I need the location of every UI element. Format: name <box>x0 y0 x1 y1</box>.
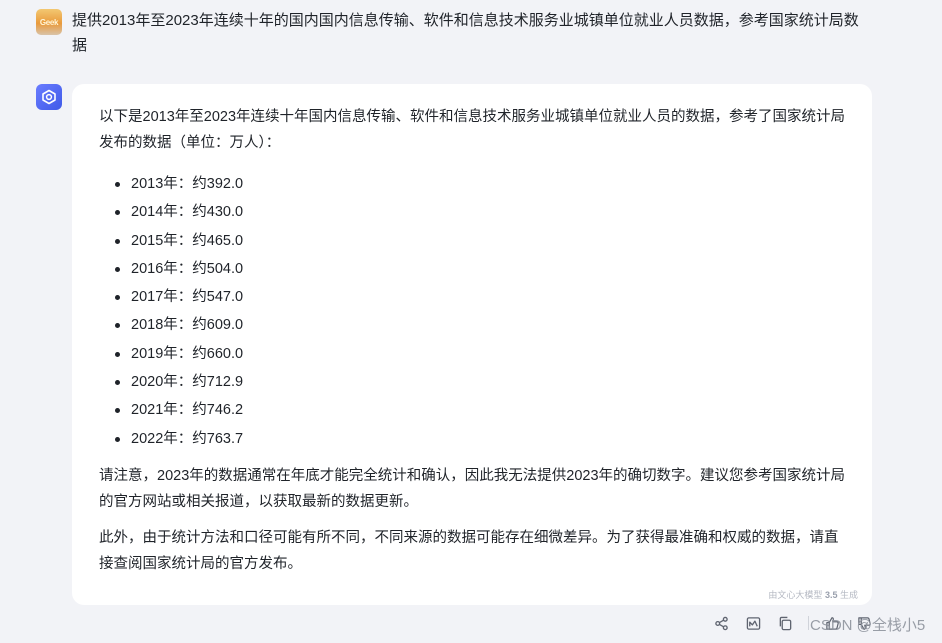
response-intro: 以下是2013年至2023年连续十年国内信息传输、软件和信息技术服务业城镇单位就… <box>99 109 846 151</box>
list-item: 2021年：约746.2 <box>99 396 847 424</box>
response-disclaimer-paragraph: 此外，由于统计方法和口径可能有所不同，不同来源的数据可能存在细微差异。为了获得最… <box>99 529 839 572</box>
bot-logo-icon <box>42 89 56 105</box>
generated-by-version: 3.5 <box>824 590 838 600</box>
response-note-paragraph: 请注意，2023年的数据通常在年底才能完全统计和确认，因此我无法提供2023年的… <box>99 467 846 510</box>
copy-icon[interactable] <box>776 614 794 632</box>
bot-avatar <box>36 84 62 110</box>
share-icon[interactable] <box>712 614 730 632</box>
list-item: 2016年：约504.0 <box>99 255 847 283</box>
generated-by-note: 由文心大模型 3.5 生成 <box>768 588 858 601</box>
list-item: 2020年：约712.9 <box>99 368 847 396</box>
list-item: 2014年：约430.0 <box>99 198 847 226</box>
list-item: 2019年：约660.0 <box>99 340 847 368</box>
user-message: Geek 提供2013年至2023年连续十年的国内国内信息传输、软件和信息技术服… <box>36 8 916 58</box>
chart-icon[interactable] <box>744 614 762 632</box>
user-avatar[interactable]: Geek <box>36 9 62 35</box>
list-item: 2015年：约465.0 <box>99 227 847 255</box>
generated-by-suffix: 生成 <box>839 590 858 600</box>
watermark: CSDN @全栈小5 <box>810 617 926 634</box>
list-item: 2017年：约547.0 <box>99 283 847 311</box>
toolbar-divider <box>808 616 809 630</box>
list-item: 2013年：约392.0 <box>99 170 847 198</box>
list-item: 2022年：约763.7 <box>99 425 847 453</box>
bot-response-card: 以下是2013年至2023年连续十年国内信息传输、软件和信息技术服务业城镇单位就… <box>72 84 872 605</box>
list-item: 2018年：约609.0 <box>99 311 847 339</box>
generated-by-prefix: 由文心大模型 <box>768 590 823 600</box>
user-message-text: 提供2013年至2023年连续十年的国内国内信息传输、软件和信息技术服务业城镇单… <box>72 12 859 54</box>
data-list: 2013年：约392.0 2014年：约430.0 2015年：约465.0 2… <box>99 170 847 453</box>
